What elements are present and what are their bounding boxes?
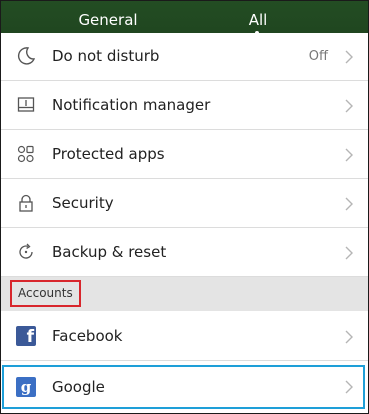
account-item-label: Facebook: [52, 327, 123, 345]
google-icon: g: [15, 376, 37, 398]
facebook-glyph: f: [16, 326, 36, 346]
chevron-right-icon: [342, 147, 356, 163]
settings-item-protected-apps[interactable]: Protected apps: [0, 131, 369, 179]
backup-reset-icon: [15, 241, 37, 263]
chevron-right-icon: [342, 98, 356, 114]
chevron-right-icon: [342, 49, 356, 65]
facebook-icon: f: [15, 325, 37, 347]
accounts-section-header: Accounts: [0, 277, 369, 311]
google-glyph: g: [16, 377, 36, 397]
settings-item-do-not-disturb[interactable]: Do not disturb Off: [0, 33, 369, 81]
settings-item-value: Off: [308, 49, 328, 64]
settings-item-label: Notification manager: [52, 96, 211, 114]
settings-item-label: Backup & reset: [52, 243, 167, 261]
tab-general-label: General: [78, 11, 138, 29]
chevron-right-icon: [342, 245, 356, 261]
settings-item-label: Do not disturb: [52, 47, 160, 65]
protected-apps-icon: [15, 143, 37, 165]
settings-item-label: Security: [52, 194, 114, 212]
tab-all-label: All: [248, 11, 268, 29]
settings-item-notification-manager[interactable]: Notification manager: [0, 82, 369, 130]
settings-item-label: Protected apps: [52, 145, 165, 163]
settings-item-backup-reset[interactable]: Backup & reset: [0, 229, 369, 277]
chevron-right-icon: [342, 329, 356, 345]
settings-item-security[interactable]: Security: [0, 180, 369, 228]
account-item-label: Google: [52, 378, 105, 396]
accounts-section-label: Accounts: [10, 280, 81, 307]
chevron-right-icon: [342, 379, 356, 395]
chevron-right-icon: [342, 196, 356, 212]
moon-icon: [15, 45, 37, 67]
account-item-google[interactable]: g Google: [0, 364, 369, 413]
notification-manager-icon: [15, 94, 37, 116]
lock-icon: [15, 192, 37, 214]
account-item-facebook[interactable]: f Facebook: [0, 311, 369, 361]
